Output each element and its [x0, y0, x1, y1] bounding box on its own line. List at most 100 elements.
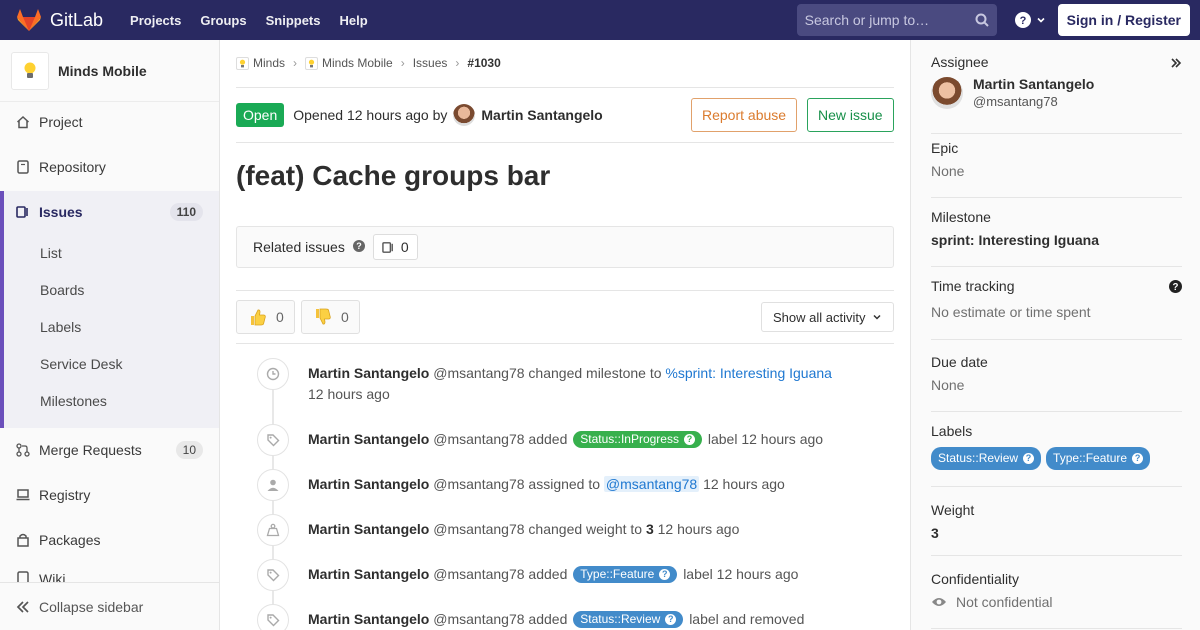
double-chevron-right-icon[interactable]: [1170, 57, 1182, 69]
note-handle[interactable]: @msantang78: [433, 611, 524, 627]
note-author[interactable]: Martin Santangelo: [308, 476, 429, 492]
sidebar-subitem-service-desk[interactable]: Service Desk: [40, 356, 122, 372]
note-action: added: [528, 431, 568, 447]
breadcrumb-group[interactable]: Minds: [253, 56, 285, 70]
sidebar-item-label: Registry: [39, 487, 91, 503]
top-navbar: GitLab Projects Groups Snippets Help Sea…: [0, 0, 1200, 40]
breadcrumb-separator: ›: [400, 56, 405, 70]
thumbs-down-button[interactable]: 0: [301, 300, 360, 334]
opened-text: Opened 12 hours ago by: [293, 107, 448, 123]
activity-filter-dropdown[interactable]: Show all activity: [761, 302, 894, 332]
sidebar-item-repository[interactable]: Repository: [0, 147, 219, 187]
assignee-avatar[interactable]: [931, 76, 963, 109]
divider: [236, 343, 894, 344]
milestone-link[interactable]: %sprint: Interesting Iguana: [665, 365, 832, 381]
user-mention[interactable]: @msantang78: [603, 476, 700, 492]
label-type-feature[interactable]: Type::Feature?: [573, 566, 678, 583]
note-author[interactable]: Martin Santangelo: [308, 521, 429, 537]
author-avatar[interactable]: [453, 104, 476, 126]
assignee-name[interactable]: Martin Santangelo: [973, 76, 1094, 92]
milestone-block: Milestone sprint: Interesting Iguana: [931, 209, 1182, 267]
status-badge: Open: [236, 103, 285, 127]
confidentiality-title: Confidentiality: [931, 571, 1019, 587]
question-circle-icon[interactable]: ?: [1169, 280, 1182, 293]
weight-title: Weight: [931, 502, 975, 518]
thumbs-down-icon: [316, 308, 331, 325]
sidebar-item-merge-requests[interactable]: Merge Requests 10: [0, 430, 219, 470]
question-circle-icon[interactable]: ?: [352, 239, 365, 255]
search-input[interactable]: Search or jump to…: [796, 4, 997, 36]
label-status-inprogress[interactable]: Status::InProgress?: [573, 431, 702, 448]
package-icon: [16, 533, 30, 547]
note-time: label and removed: [689, 611, 805, 627]
label-type-feature[interactable]: Type::Feature?: [1046, 447, 1151, 470]
issue-title: (feat) Cache groups bar: [236, 160, 551, 191]
sidebar-item-wiki[interactable]: Wiki: [0, 565, 219, 583]
new-issue-button[interactable]: New issue: [807, 98, 894, 132]
nav-help[interactable]: Help: [340, 13, 368, 28]
sidebar-item-issues[interactable]: Issues 110: [0, 192, 219, 232]
sign-in-button[interactable]: Sign in / Register: [1057, 4, 1190, 36]
weight-value: 3: [645, 521, 654, 537]
label-status-review[interactable]: Status::Review?: [573, 611, 684, 628]
sidebar-subitem-milestones[interactable]: Milestones: [40, 393, 107, 409]
question-icon: ?: [683, 434, 695, 445]
breadcrumb-issue-id[interactable]: #1030: [467, 56, 500, 70]
question-icon: ?: [659, 569, 671, 580]
divider: [236, 87, 894, 88]
sidebar-subitem-list[interactable]: List: [40, 245, 62, 261]
right-sidebar: Assignee Martin Santangelo @msantang78 E…: [910, 40, 1200, 630]
note-author[interactable]: Martin Santangelo: [308, 566, 429, 582]
breadcrumb-issues[interactable]: Issues: [413, 56, 448, 70]
label-status-review[interactable]: Status::Review?: [931, 447, 1042, 470]
nav-snippets[interactable]: Snippets: [266, 13, 321, 28]
collapse-sidebar-button[interactable]: Collapse sidebar: [0, 582, 219, 630]
note-author[interactable]: Martin Santangelo: [308, 611, 429, 627]
project-header[interactable]: Minds Mobile: [0, 40, 219, 102]
note-action: added: [528, 611, 568, 627]
timeline-note: Martin Santangelo @msantang78 changed mi…: [308, 363, 832, 405]
note-handle[interactable]: @msantang78: [433, 476, 524, 492]
time-tracking-title: Time tracking: [931, 278, 1015, 294]
nav-groups[interactable]: Groups: [200, 13, 246, 28]
gitlab-logo-link[interactable]: GitLab: [16, 0, 103, 40]
breadcrumb: Minds › Minds Mobile › Issues › #1030: [236, 56, 501, 70]
breadcrumb-project[interactable]: Minds Mobile: [322, 56, 393, 70]
book-icon: [16, 160, 30, 174]
sidebar-item-packages[interactable]: Packages: [0, 520, 219, 560]
tag-icon: [257, 559, 289, 591]
note-author[interactable]: Martin Santangelo: [308, 431, 429, 447]
issue-main: Minds › Minds Mobile › Issues › #1030 Op…: [236, 40, 894, 630]
tag-icon: [257, 424, 289, 456]
activity-filter-label: Show all activity: [773, 309, 866, 325]
help-dropdown[interactable]: ?: [1014, 12, 1046, 28]
sidebar-subitem-labels[interactable]: Labels: [40, 319, 81, 335]
container-icon: [16, 489, 30, 501]
timeline-note: Martin Santangelo @msantang78 added Stat…: [308, 609, 804, 630]
issues-count-badge: 110: [169, 203, 203, 221]
project-avatar: [11, 51, 49, 90]
note-handle[interactable]: @msantang78: [433, 365, 524, 381]
nav-projects[interactable]: Projects: [130, 13, 181, 28]
note-time: 12 hours ago: [308, 386, 390, 402]
report-abuse-button[interactable]: Report abuse: [691, 98, 798, 132]
tag-icon: [257, 604, 289, 630]
svg-text:?: ?: [1019, 15, 1026, 27]
thumbs-up-button[interactable]: 0: [236, 300, 295, 334]
note-handle[interactable]: @msantang78: [433, 566, 524, 582]
related-issues-panel: Related issues ? 0: [236, 226, 894, 268]
author-name[interactable]: Martin Santangelo: [481, 107, 602, 123]
sidebar-item-registry[interactable]: Registry: [0, 475, 219, 515]
milestone-value[interactable]: sprint: Interesting Iguana: [931, 232, 1182, 248]
note-handle[interactable]: @msantang78: [433, 431, 524, 447]
note-author[interactable]: Martin Santangelo: [308, 365, 429, 381]
sidebar-item-project[interactable]: Project: [0, 102, 219, 142]
project-avatar-small: [305, 56, 319, 70]
sidebar-item-label: Project: [39, 114, 83, 130]
label-text: Type::Feature: [1053, 451, 1128, 465]
note-time: label 12 hours ago: [707, 431, 824, 447]
git-merge-icon: [16, 443, 30, 457]
weight-icon: [257, 514, 289, 546]
sidebar-subitem-boards[interactable]: Boards: [40, 282, 84, 298]
note-handle[interactable]: @msantang78: [433, 521, 524, 537]
